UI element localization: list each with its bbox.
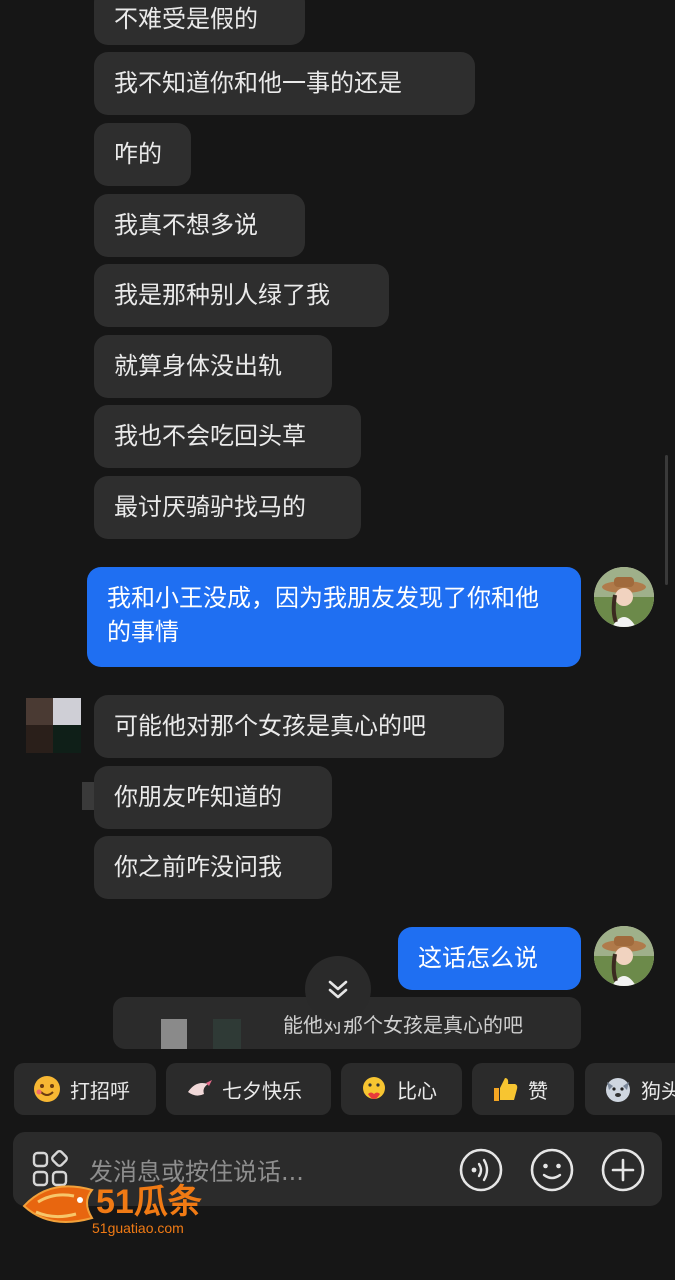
- pixelated-avatar: [213, 1019, 241, 1049]
- emoji-icon[interactable]: [529, 1147, 575, 1193]
- message-text: 你朋友咋知道的: [114, 783, 282, 811]
- message-text: 我和小王没成，因为我朋友发现了你和他的事情: [107, 584, 539, 646]
- message-text: 最讨厌骑驴找马的: [114, 493, 306, 521]
- chip-label: 赞: [528, 1078, 548, 1103]
- scrollbar[interactable]: [665, 455, 668, 585]
- message-text: 就算身体没出轨: [114, 352, 282, 380]
- message-bubble-received[interactable]: 可能他对那个女孩是真心的吧: [94, 695, 504, 758]
- chip-label: 七夕快乐: [222, 1078, 302, 1103]
- message-text: 不难受是假的: [114, 5, 258, 33]
- quick-reply-chip[interactable]: 狗头: [585, 1063, 675, 1115]
- plus-icon[interactable]: [600, 1147, 646, 1193]
- message-bubble-received[interactable]: 我真不想多说: [94, 194, 305, 257]
- quick-reply-chip[interactable]: 比心: [341, 1063, 462, 1115]
- smile-face-icon: [34, 1076, 60, 1102]
- message-text: 咋的: [114, 140, 162, 168]
- message-text: 我真不想多说: [114, 211, 258, 239]
- duck-heart-icon: [363, 1077, 385, 1099]
- message-text: 我不知道你和他一事的还是: [114, 69, 402, 97]
- message-bubble-received[interactable]: 咋的: [94, 123, 191, 186]
- message-bubble-sent[interactable]: 我和小王没成，因为我朋友发现了你和他的事情: [87, 567, 581, 667]
- dove-icon: [188, 1080, 212, 1096]
- message-bubble-received[interactable]: 我是那种别人绿了我: [94, 264, 389, 327]
- watermark-url: 51guatiao.com: [92, 1220, 184, 1236]
- chip-label: 比心: [397, 1078, 437, 1103]
- watermark-logo: 51瓜条 51guatiao.com: [20, 1172, 250, 1242]
- avatar-photo-icon: [594, 567, 654, 627]
- dog-head-icon: [606, 1078, 630, 1102]
- avatar-photo-icon: [594, 926, 654, 986]
- message-bubble-received[interactable]: 最讨厌骑驴找马的: [94, 476, 361, 539]
- message-text: 可能他对那个女孩是真心的吧: [114, 712, 426, 740]
- voice-input-icon[interactable]: [458, 1147, 504, 1193]
- message-bubble-received[interactable]: 我也不会吃回头草: [94, 405, 361, 468]
- message-text: 这话怎么说: [418, 944, 538, 972]
- chip-label: 狗头: [641, 1078, 675, 1103]
- message-bubble-received[interactable]: 我不知道你和他一事的还是: [94, 52, 475, 115]
- watermark-brand: 51瓜条: [96, 1183, 202, 1221]
- message-bubble-received[interactable]: 不难受是假的: [94, 0, 305, 45]
- chip-label: 打招呼: [70, 1078, 130, 1103]
- quick-reply-chip[interactable]: 赞: [472, 1063, 574, 1115]
- message-text: 我是那种别人绿了我: [114, 281, 330, 309]
- quick-reply-chip[interactable]: 七夕快乐: [166, 1063, 331, 1115]
- message-text: 我也不会吃回头草: [114, 422, 306, 450]
- scroll-to-bottom-button[interactable]: [305, 956, 371, 1022]
- quick-reply-bar: 打招呼 七夕快乐 比心 赞 狗头: [0, 1063, 675, 1117]
- my-avatar[interactable]: [594, 926, 654, 986]
- message-text: 你之前咋没问我: [114, 853, 282, 881]
- thumbs-up-icon: [494, 1078, 518, 1101]
- my-avatar[interactable]: [594, 567, 654, 627]
- message-bubble-received[interactable]: 就算身体没出轨: [94, 335, 332, 398]
- quick-reply-chip[interactable]: 打招呼: [14, 1063, 156, 1115]
- pixelated-avatar: [161, 1019, 187, 1049]
- contact-avatar-pixelated[interactable]: [26, 698, 81, 753]
- double-chevron-down-icon: [328, 980, 348, 999]
- message-bubble-received[interactable]: 你之前咋没问我: [94, 836, 332, 899]
- message-bubble-sent[interactable]: 这话怎么说: [398, 927, 581, 990]
- message-bubble-received[interactable]: 你朋友咋知道的: [94, 766, 332, 829]
